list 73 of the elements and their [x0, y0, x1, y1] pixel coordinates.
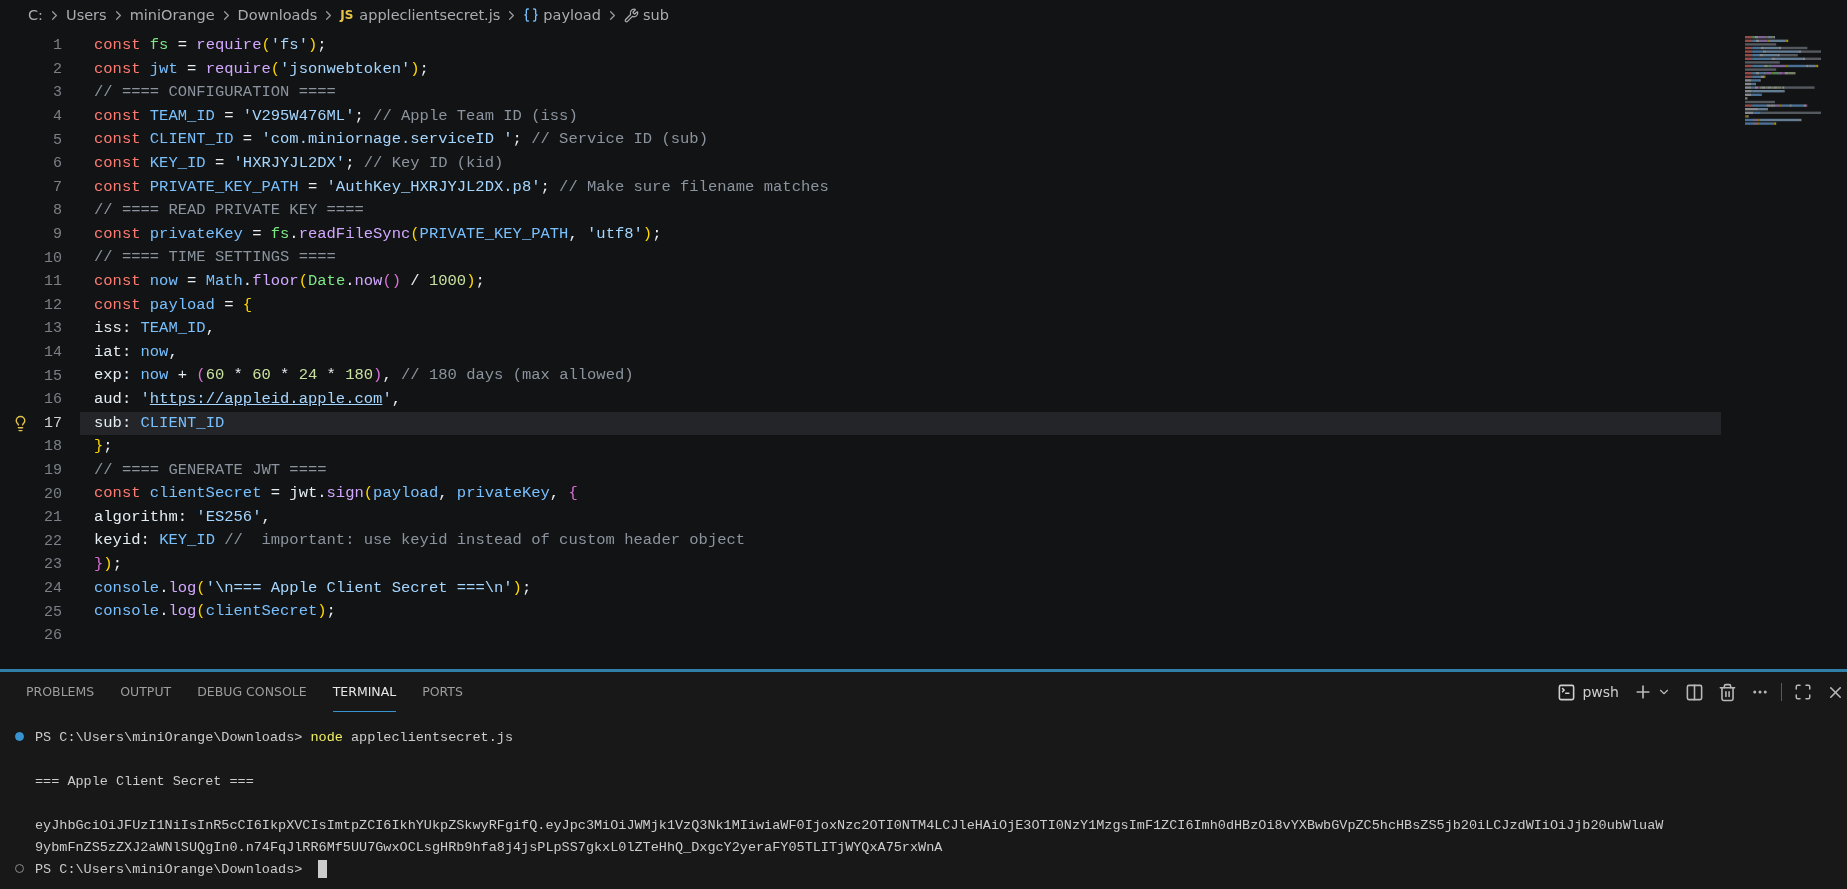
line-number: 25	[43, 603, 62, 621]
breadcrumb-item[interactable]: payload	[543, 7, 601, 23]
line-number: 17	[43, 414, 62, 432]
code-line: const jwt = require('jsonwebtoken');	[93, 58, 430, 80]
line-number: 16	[43, 391, 62, 409]
code-line: const fs = require('fs');	[93, 35, 328, 56]
line-number: 11	[43, 273, 62, 291]
terminal-command-line: PS C:\Users\miniOrange\Downloads>	[35, 861, 304, 877]
line-number: 15	[43, 367, 62, 385]
code-line: });	[93, 554, 123, 576]
code-line: exp: now + (60 * 60 * 24 * 180), // 180 days (max allowed)	[93, 365, 635, 387]
line-number: 8	[52, 202, 62, 220]
code-line: // ==== READ PRIVATE KEY ====	[93, 200, 365, 222]
panel-tab[interactable]: OUTPUT	[120, 672, 172, 712]
line-number: 23	[43, 556, 62, 574]
code-line: // ==== CONFIGURATION ====	[93, 82, 337, 104]
breadcrumb-item[interactable]: Users	[66, 7, 107, 23]
braces-icon	[523, 7, 540, 23]
line-number: 3	[52, 84, 62, 102]
shell-selector[interactable]: pwsh	[1555, 680, 1621, 704]
line-number: 1	[52, 37, 62, 55]
code-line: // ==== GENERATE JWT ====	[93, 459, 328, 481]
terminal-output: 9ybmFnZS5zZXJ2aWNlSUQgIn0.n74FqJlRR6Mf5UU7GwxOCLsgHRb9hfa8j4jsPLpSS7gkxL0lZTeHhQ_DxgcY2yeraFY05TLITjWYQxA75rxWnA	[35, 839, 943, 855]
line-number: 5	[52, 131, 62, 149]
breadcrumb-item[interactable]: C:	[28, 7, 43, 23]
code-line: // ==== TIME SETTINGS ====	[93, 247, 337, 269]
line-number: 24	[43, 579, 62, 597]
line-number: 12	[43, 296, 62, 314]
breadcrumb-item[interactable]: miniOrange	[129, 7, 215, 23]
terminal-output: eyJhbGciOiJFUzI1NiIsInR5cCI6IkpXVCIsImtpZCI6IkhYUkpZSkwyRFgifQ.eyJpc3MiOiJWMjk1VzQ3Nk1MIiwiaWF0IjoxNzc2OTI0NTM4LCJleHAiOjE3OTI0NzY1MzgsImF1ZCI6Imh0dHBzOi8vYXBwbGVpZC5hcHBsZS5jb20iLCJzdWIiOiJjb20ubWluaW	[35, 817, 1664, 833]
line-number: 13	[43, 320, 62, 338]
breadcrumb-item[interactable]: appleclientsecret.js	[359, 7, 501, 23]
breadcrumb-item[interactable]: Downloads	[237, 7, 318, 23]
code-line: console.log(clientSecret);	[93, 601, 337, 623]
line-number: 7	[52, 178, 62, 196]
line-number: 9	[52, 226, 62, 244]
line-number: 6	[52, 155, 62, 173]
line-number: 21	[43, 509, 62, 527]
line-number: 20	[43, 485, 62, 503]
code-line: keyid: KEY_ID // important: use keyid instead of custom header object	[93, 530, 747, 552]
code-line: const now = Math.floor(Date.now() / 1000);	[93, 270, 486, 292]
line-number: 26	[43, 627, 62, 645]
terminal-output: === Apple Client Secret ===	[35, 773, 254, 789]
breadcrumb-item[interactable]: sub	[642, 7, 669, 23]
code-line: const PRIVATE_KEY_PATH = 'AuthKey_HXRJYJL2DX.p8'; // Make sure filename matches	[93, 176, 830, 198]
line-number: 4	[52, 108, 62, 126]
code-line: aud: 'https://appleid.apple.com',	[93, 388, 402, 410]
line-number: 2	[52, 60, 62, 78]
line-number: 18	[43, 438, 62, 456]
code-line: const clientSecret = jwt.sign(payload, privateKey, {	[93, 483, 579, 505]
code-line: algorithm: 'ES256',	[93, 506, 272, 528]
panel-tab[interactable]: PROBLEMS	[26, 672, 95, 712]
terminal-icon	[1557, 682, 1577, 702]
panel-tab[interactable]: TERMINAL	[332, 672, 397, 712]
js-file-icon: JS	[340, 8, 354, 22]
code-line: const TEAM_ID = 'V295W476ML'; // Apple Team ID (iss)	[93, 105, 579, 127]
code-line: const CLIENT_ID = 'com.miniornage.serviceID '; // Service ID (sub)	[93, 129, 709, 151]
panel-tab[interactable]: PORTS	[422, 672, 463, 712]
line-number: 19	[43, 462, 62, 479]
code-line: const KEY_ID = 'HXRJYJL2DX'; // Key ID (kid)	[93, 152, 505, 174]
command-status-icon[interactable]	[15, 732, 24, 741]
line-number: 14	[43, 344, 62, 361]
code-line: };	[93, 436, 114, 458]
line-number: 10	[43, 249, 62, 267]
panel-tab[interactable]: DEBUG CONSOLE	[197, 672, 307, 712]
terminal-command-line: PS C:\Users\miniOrange\Downloads> node appleclientsecret.js	[35, 729, 513, 745]
code-line: iat: now,	[93, 341, 179, 363]
line-number: 22	[43, 532, 62, 550]
code-line: const payload = {	[93, 294, 254, 316]
code-line: const privateKey = fs.readFileSync(PRIVATE_KEY_PATH, 'utf8');	[93, 223, 663, 245]
wrench-icon	[623, 7, 639, 23]
code-line: iss: TEAM_ID,	[93, 318, 216, 340]
code-line: console.log('\n=== Apple Client Secret ===\n');	[93, 577, 533, 599]
